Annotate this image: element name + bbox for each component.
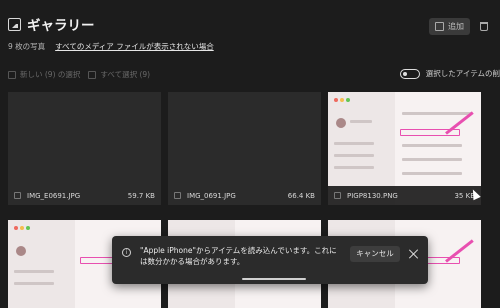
photo-name: IMG_E0691.JPG <box>27 191 81 200</box>
toggle-label: 選択したアイテムの削 <box>425 69 500 78</box>
header: ギャラリー <box>8 14 95 34</box>
photo-icon <box>174 192 181 199</box>
import-toast: i "Apple iPhone"からアイテムを読み込んでいます。これには数分かか… <box>112 236 428 284</box>
info-line: 9 枚の写真 すべてのメディア ファイルが表示されない場合 <box>8 41 214 52</box>
photo-icon <box>14 192 21 199</box>
thumb-line <box>334 154 374 157</box>
select-all-checkbox[interactable]: すべて選択 (9) <box>88 69 150 80</box>
photo-caption: IMG_0691.JPG 66.4 KB <box>168 186 321 205</box>
add-button[interactable]: 追加 <box>429 18 470 35</box>
toast-message: "Apple iPhone"からアイテムを読み込んでいます。これには数分かかる場… <box>140 246 337 266</box>
thumb-line <box>334 166 374 169</box>
add-icon <box>435 22 444 31</box>
checkbox-box <box>88 70 97 79</box>
delete-after-toggle-row: 選択したアイテムの削 <box>399 68 500 79</box>
gallery-icon <box>8 17 21 31</box>
photo-tile[interactable]: IMG_E0691.JPG 59.7 KB <box>8 92 161 205</box>
thumb-line <box>14 282 54 285</box>
dot <box>26 226 30 230</box>
dot <box>334 98 338 102</box>
thumb-line <box>402 112 472 115</box>
photo-count: 9 枚の写真 <box>8 42 46 51</box>
trash-icon[interactable] <box>480 22 488 31</box>
thumb-line <box>402 172 462 175</box>
progress-bar <box>242 278 306 280</box>
thumb-line <box>334 142 374 145</box>
thumb-line <box>402 158 462 161</box>
selection-row: 新しい (9) の選択 すべて選択 (9) <box>8 69 150 80</box>
window-dots <box>14 226 30 230</box>
photo-caption: PIGP8130.PNG 35 KB <box>328 186 481 205</box>
photo-size: 66.4 KB <box>287 191 315 200</box>
select-new-label: 新しい (9) の選択 <box>20 70 81 79</box>
photo-tile[interactable]: IMG_0691.JPG 66.4 KB <box>168 92 321 205</box>
photo-size: 59.7 KB <box>127 191 155 200</box>
photo-tile[interactable]: PIGP8130.PNG 35 KB <box>328 92 481 205</box>
avatar <box>16 246 26 256</box>
cancel-button[interactable]: キャンセル <box>350 246 400 262</box>
photo-icon <box>334 192 341 199</box>
dot <box>346 98 350 102</box>
photo-name: IMG_0691.JPG <box>187 191 236 200</box>
avatar <box>336 118 346 128</box>
delete-after-toggle[interactable] <box>399 68 420 79</box>
close-icon[interactable] <box>408 248 420 260</box>
select-new-checkbox[interactable]: 新しい (9) の選択 <box>8 69 80 80</box>
checkbox-box <box>8 70 16 79</box>
top-actions: 追加 <box>429 18 488 35</box>
thumb-sidebar <box>8 220 76 308</box>
thumb-line <box>402 144 462 147</box>
select-all-label: すべて選択 (9) <box>100 70 151 79</box>
dot <box>14 226 18 230</box>
thumb-line <box>350 120 372 123</box>
add-button-label: 追加 <box>448 22 464 31</box>
window-dots <box>334 98 350 102</box>
missing-media-link[interactable]: すべてのメディア ファイルが表示されない場合 <box>55 41 214 52</box>
dot <box>340 98 344 102</box>
page-title: ギャラリー <box>27 18 95 34</box>
photo-caption: IMG_E0691.JPG 59.7 KB <box>8 186 161 205</box>
dot <box>20 226 24 230</box>
info-icon: i <box>122 248 131 257</box>
thumb-line <box>14 270 54 273</box>
photo-name: PIGP8130.PNG <box>347 191 398 200</box>
